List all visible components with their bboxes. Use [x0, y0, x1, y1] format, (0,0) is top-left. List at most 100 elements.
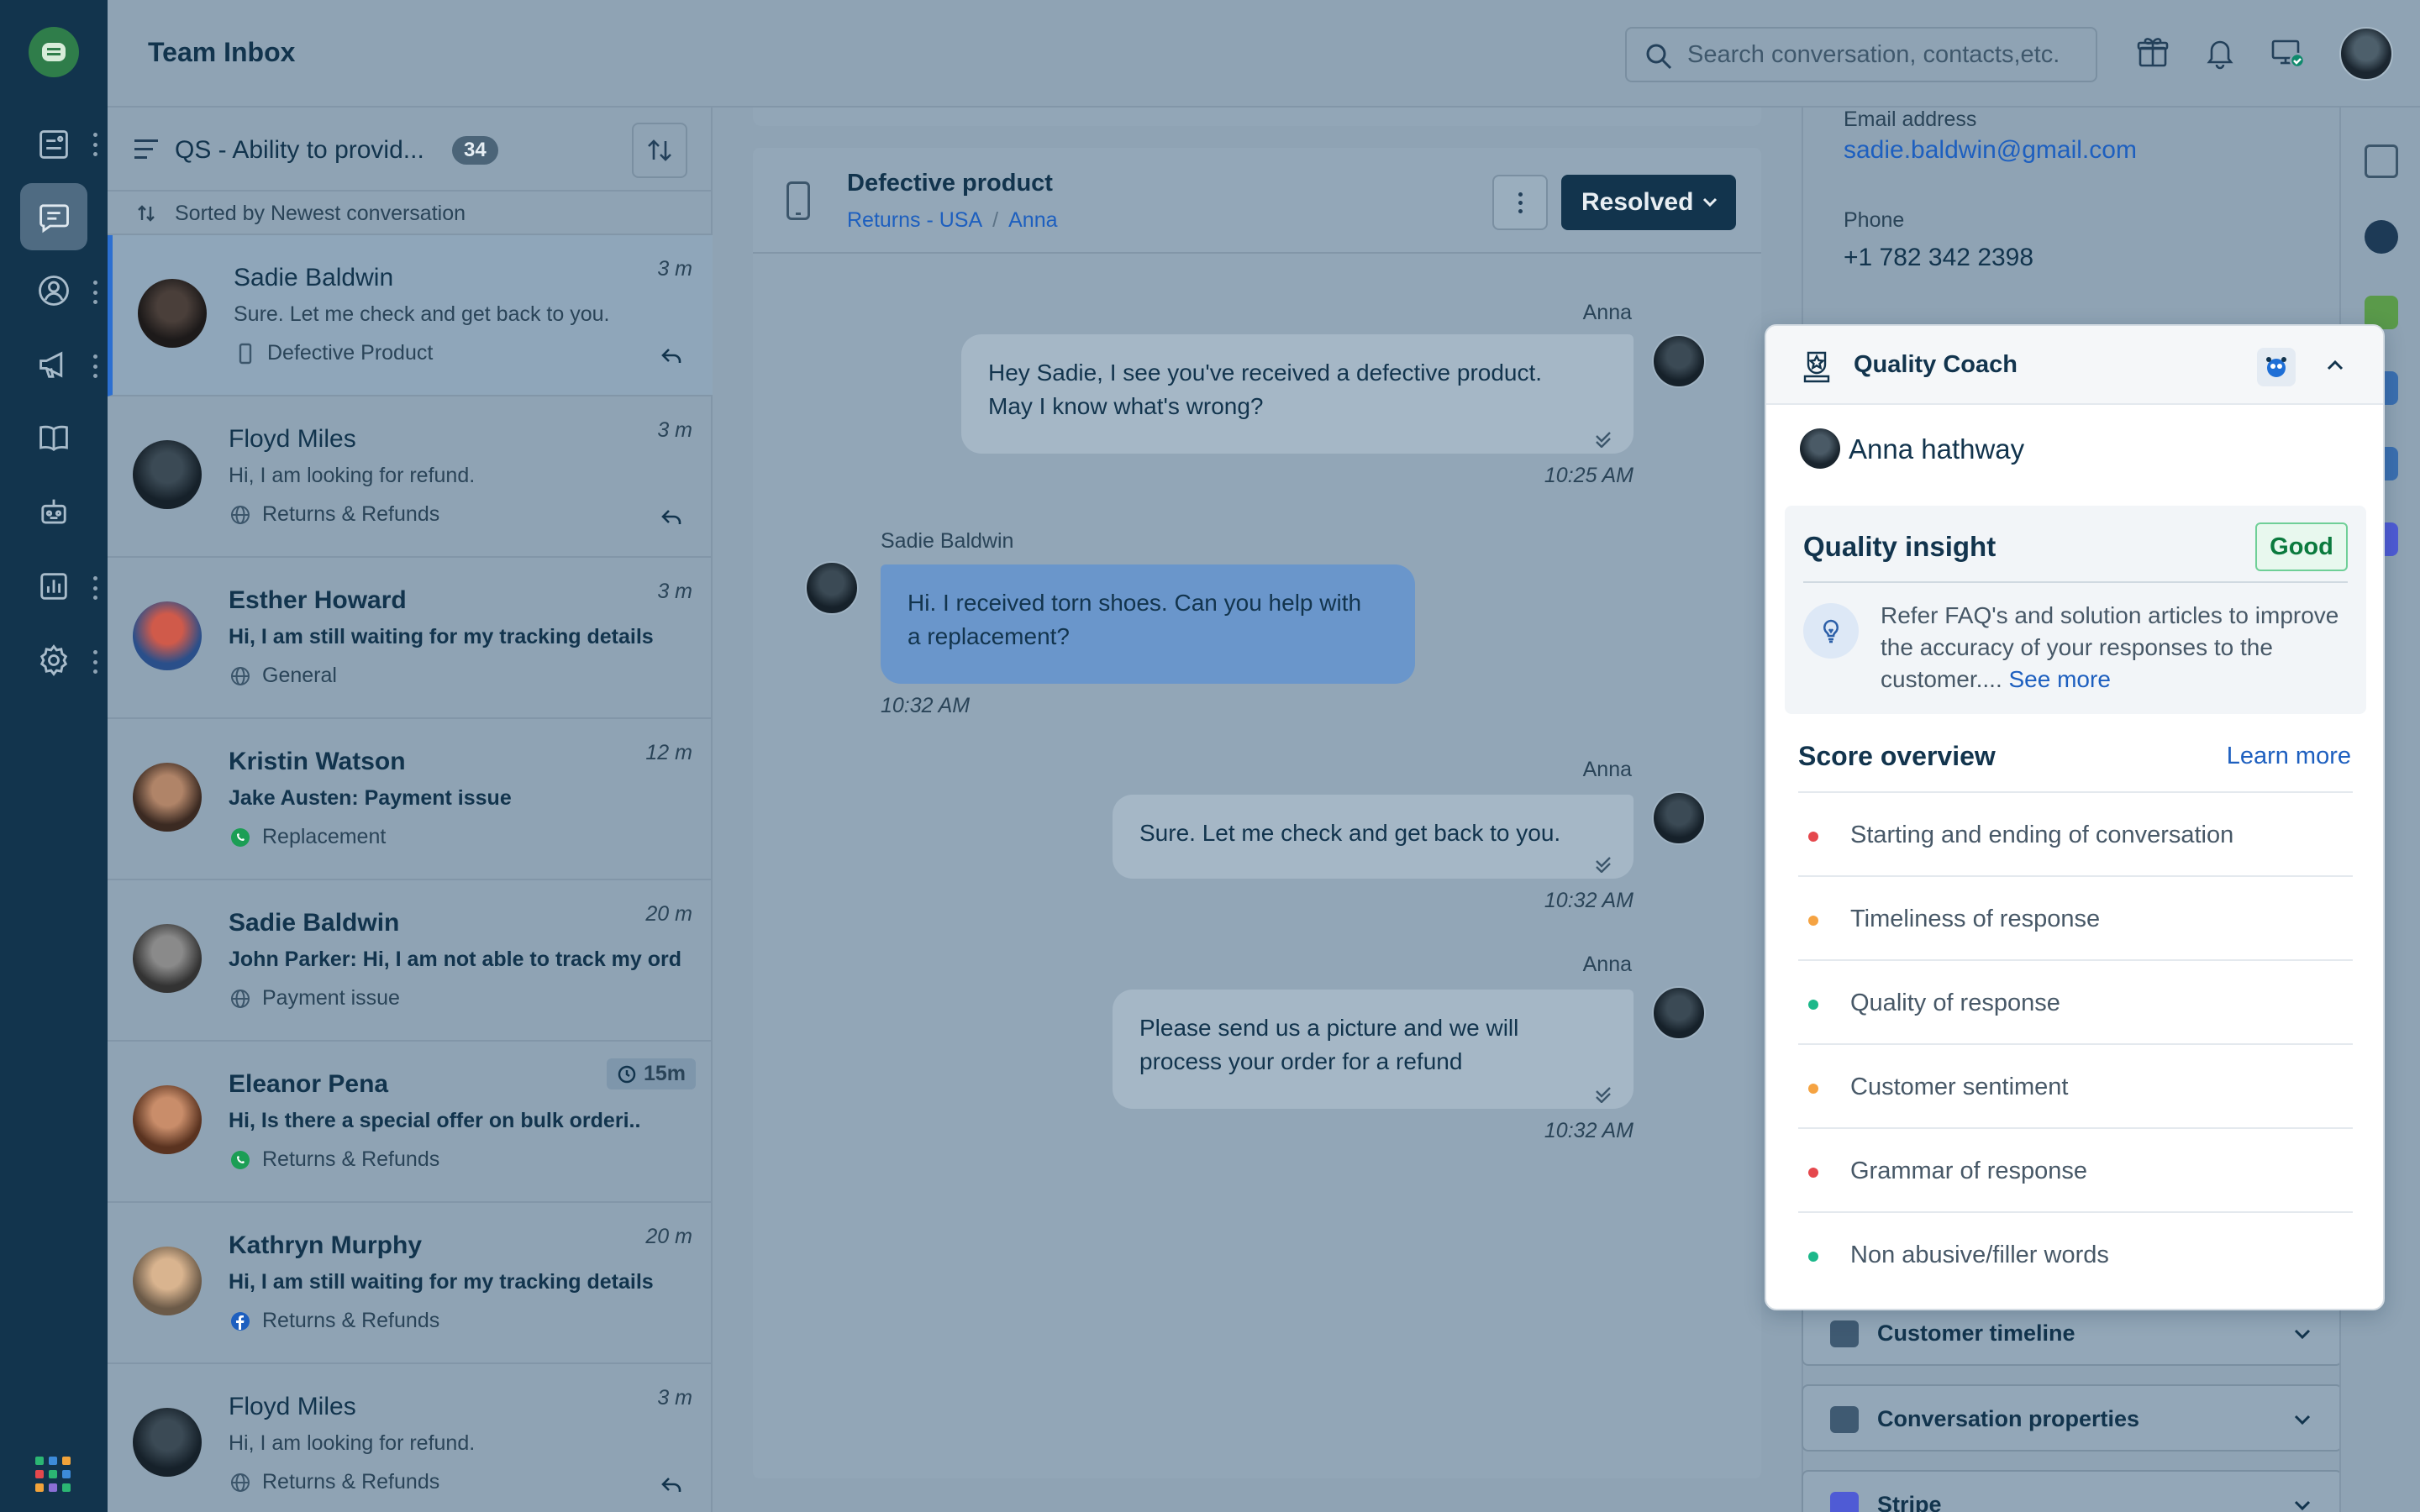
breadcrumb-agent[interactable]: Anna	[1008, 208, 1057, 232]
score-item[interactable]: Starting and ending of conversation	[1798, 791, 2353, 875]
contact-name: Esther Howard	[229, 586, 407, 614]
inbox-icon	[39, 204, 69, 234]
sidebar-item-dashboard[interactable]	[20, 111, 87, 178]
reply-icon	[659, 343, 684, 368]
conversation-group: Returns & Refunds	[229, 1470, 439, 1494]
previous-card-edge	[753, 108, 1761, 126]
conversation-list-pane: QS - Ability to provid... 34 Sorted by N…	[108, 108, 713, 1512]
conversation-item[interactable]: Eleanor Pena Hi, Is there a special offer…	[108, 1042, 713, 1203]
sort-label: Sorted by Newest conversation	[108, 193, 713, 235]
quality-coach-card: Quality Coach Anna hathway Quality insig…	[1765, 324, 2385, 1310]
score-label: Quality of response	[1850, 990, 2060, 1016]
score-label: Customer sentiment	[1850, 1074, 2069, 1100]
contact-name: Floyd Miles	[229, 1393, 356, 1420]
contact-avatar	[133, 924, 202, 993]
message-line: Please send us a picture and we will	[1139, 1015, 1519, 1041]
breadcrumb-group[interactable]: Returns - USA	[847, 208, 982, 232]
agent-avatar	[1652, 334, 1706, 388]
reply-icon	[659, 1472, 684, 1497]
chevron-up-icon[interactable]	[2324, 354, 2346, 376]
message-sender: Anna	[1582, 758, 1632, 781]
score-label: Timeliness of response	[1850, 906, 2101, 932]
user-avatar[interactable]	[2339, 27, 2393, 81]
email-value[interactable]: sadie.baldwin@gmail.com	[1844, 136, 2137, 165]
megaphone-icon	[39, 351, 63, 378]
last-message: Jake Austen: Payment issue	[229, 786, 512, 810]
conversation-item[interactable]: Kristin Watson Jake Austen: Payment issue…	[108, 719, 713, 880]
status-dropdown-button[interactable]: Resolved	[1561, 175, 1736, 230]
bell-icon[interactable]	[2202, 34, 2238, 71]
message-time: 10:32 AM	[1544, 889, 1634, 912]
settings-more-dots[interactable]	[92, 650, 97, 674]
search-input[interactable]: Search conversation, contacts,etc.	[1625, 27, 2097, 82]
sidebar-item-analytics[interactable]	[20, 553, 87, 620]
sidebar-item-contacts[interactable]	[20, 257, 87, 324]
phone-channel-icon	[786, 181, 810, 220]
expand-panel-icon[interactable]	[2365, 144, 2398, 178]
group-label: General	[262, 664, 337, 687]
bot-icon	[41, 499, 66, 524]
gift-icon[interactable]	[2134, 34, 2171, 71]
learn-more-link[interactable]: Learn more	[2227, 743, 2351, 770]
analytics-more-dots[interactable]	[92, 576, 97, 600]
conversation-item[interactable]: Esther Howard Hi, I am still waiting for …	[108, 558, 713, 719]
badge-icon	[1798, 348, 1835, 385]
chat-logo-icon	[42, 43, 66, 61]
group-label: Defective Product	[267, 341, 434, 365]
contact-avatar	[133, 601, 202, 670]
score-item[interactable]: Customer sentiment	[1798, 1043, 2353, 1127]
sidebar-item-campaigns[interactable]	[20, 331, 87, 398]
view-menu-icon[interactable]	[134, 139, 158, 160]
quality-coach-header: Quality Coach	[1766, 326, 2383, 405]
see-more-link[interactable]: See more	[2009, 666, 2111, 692]
view-name[interactable]: QS - Ability to provid...	[175, 136, 424, 165]
contacts-more-dots[interactable]	[92, 281, 97, 304]
sidebar-item-bots[interactable]	[20, 479, 87, 546]
last-message: Hi, I am looking for refund.	[229, 1431, 476, 1455]
campaigns-more-dots[interactable]	[92, 354, 97, 378]
status-dot	[1808, 832, 1818, 842]
last-message: Hi, I am looking for refund.	[229, 464, 476, 487]
contact-avatar	[133, 440, 202, 509]
apps-grid-icon[interactable]	[35, 1457, 71, 1492]
top-bar: Team Inbox Search conversation, contacts…	[108, 0, 2420, 108]
score-item[interactable]: Quality of response	[1798, 959, 2353, 1043]
score-item[interactable]: Timeliness of response	[1798, 875, 2353, 959]
conversation-item[interactable]: Kathryn Murphy Hi, I am still waiting for…	[108, 1203, 713, 1364]
contact-avatar	[133, 1247, 202, 1315]
group-label: Returns & Refunds	[262, 502, 440, 526]
message-bubble: Hey Sadie, I see you've received a defec…	[961, 334, 1634, 454]
contact-name: Sadie Baldwin	[229, 909, 400, 937]
section-stripe[interactable]: Stripe	[1802, 1470, 2343, 1512]
conversation-group: Returns & Refunds	[229, 1147, 439, 1172]
phone-value[interactable]: +1 782 342 2398	[1844, 244, 2033, 272]
dashboard-more-dots[interactable]	[92, 133, 97, 156]
agent-status-icon[interactable]	[2269, 34, 2306, 71]
conversation-item[interactable]: Sadie Baldwin John Parker: Hi, I am not a…	[108, 880, 713, 1042]
contact-app-icon[interactable]	[2365, 220, 2398, 254]
message-sender: Anna	[1582, 953, 1632, 976]
contact-name: Eleanor Pena	[229, 1070, 389, 1098]
message-line: May I know what's wrong?	[988, 393, 1264, 419]
conversation-item[interactable]: Floyd Miles Hi, I am looking for refund. R…	[108, 1364, 713, 1512]
sort-button[interactable]	[632, 123, 687, 178]
phone-label: Phone	[1844, 208, 1905, 232]
ai-assistant-icon[interactable]	[2257, 348, 2296, 386]
conversation-time: 3 m	[657, 580, 692, 603]
app-logo[interactable]	[29, 27, 79, 77]
sort-direction-icon	[138, 205, 155, 222]
section-conversation-properties[interactable]: Conversation properties	[1802, 1384, 2343, 1452]
score-item[interactable]: Grammar of response	[1798, 1127, 2353, 1211]
score-item[interactable]: Non abusive/filler words	[1798, 1211, 2353, 1295]
customer-avatar	[805, 561, 859, 615]
group-label: Payment issue	[262, 986, 400, 1010]
message-line: process your order for a refund	[1139, 1048, 1463, 1074]
status-dot	[1808, 1084, 1818, 1094]
sidebar-item-settings[interactable]	[20, 627, 87, 694]
more-options-button[interactable]	[1492, 175, 1548, 230]
conversation-item[interactable]: Floyd Miles Hi, I am looking for refund. R…	[108, 396, 713, 558]
conversation-item[interactable]: Sadie Baldwin Sure. Let me check and get …	[108, 235, 713, 396]
sidebar-item-inbox[interactable]	[20, 183, 87, 250]
sidebar-item-knowledge-base[interactable]	[20, 405, 87, 472]
contact-name: Kristin Watson	[229, 748, 406, 775]
